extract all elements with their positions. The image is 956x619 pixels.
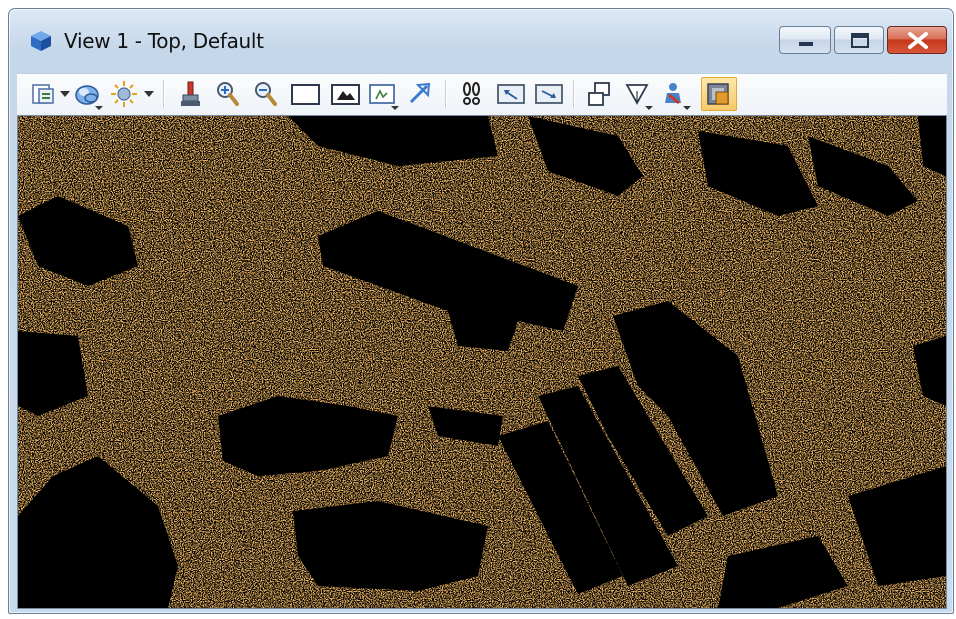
view-attributes-icon [32,84,54,104]
view-display-mode-button[interactable] [623,79,653,110]
fit-view-button[interactable] [329,79,360,109]
display-style-button[interactable] [73,79,103,110]
toolbar-separator [445,80,447,108]
zoom-out-button[interactable] [251,79,281,109]
title-bar[interactable]: View 1 - Top, Default [9,9,953,63]
maximize-icon [851,33,869,48]
copy-view-button[interactable] [585,79,615,109]
toolbar-separator [573,80,575,108]
point-cloud-viewport[interactable] [17,115,947,609]
view-window: View 1 - Top, Default [8,8,954,614]
zoom-in-button[interactable] [213,79,243,109]
brush-icon [181,81,200,106]
window-title: View 1 - Top, Default [64,29,264,53]
display-style-icon [75,85,103,110]
walk-button[interactable] [457,79,487,109]
view-toolbar [17,73,947,116]
window-area-button[interactable] [289,79,320,109]
sun-icon [111,81,137,107]
chevron-down-icon[interactable] [143,89,155,99]
close-icon [908,32,928,49]
window-area-icon [291,84,320,105]
point-cloud-rendering [18,116,946,608]
lighting-button[interactable] [109,79,139,109]
zoom-in-icon [217,82,239,106]
pan-view-button[interactable] [405,79,435,109]
cube-view-icon [29,29,53,53]
view-next-button[interactable] [533,79,563,109]
rotate-view-icon [369,84,399,110]
footprints-icon [463,82,480,105]
close-button[interactable] [887,26,947,54]
pan-arrow-icon [409,82,431,104]
triangle-view-icon [625,84,653,110]
cube-view-icon [707,83,729,105]
view-attributes-button[interactable] [29,79,59,109]
zoom-out-icon [255,82,277,106]
minimize-icon [799,42,813,46]
rotate-view-button[interactable] [367,79,399,110]
fit-view-icon [331,84,360,105]
clip-volume-button[interactable] [175,79,205,109]
view-next-icon [535,84,563,104]
view-previous-button[interactable] [495,79,525,109]
standard-views-button[interactable] [701,77,737,111]
maximize-button[interactable] [834,26,884,54]
copy-view-icon [588,82,610,106]
view-previous-icon [497,84,525,104]
toolbar-separator [163,80,165,108]
minimize-button[interactable] [779,26,831,54]
chevron-down-icon[interactable] [59,89,71,99]
camera-icon [665,83,691,110]
camera-button[interactable] [661,79,691,110]
